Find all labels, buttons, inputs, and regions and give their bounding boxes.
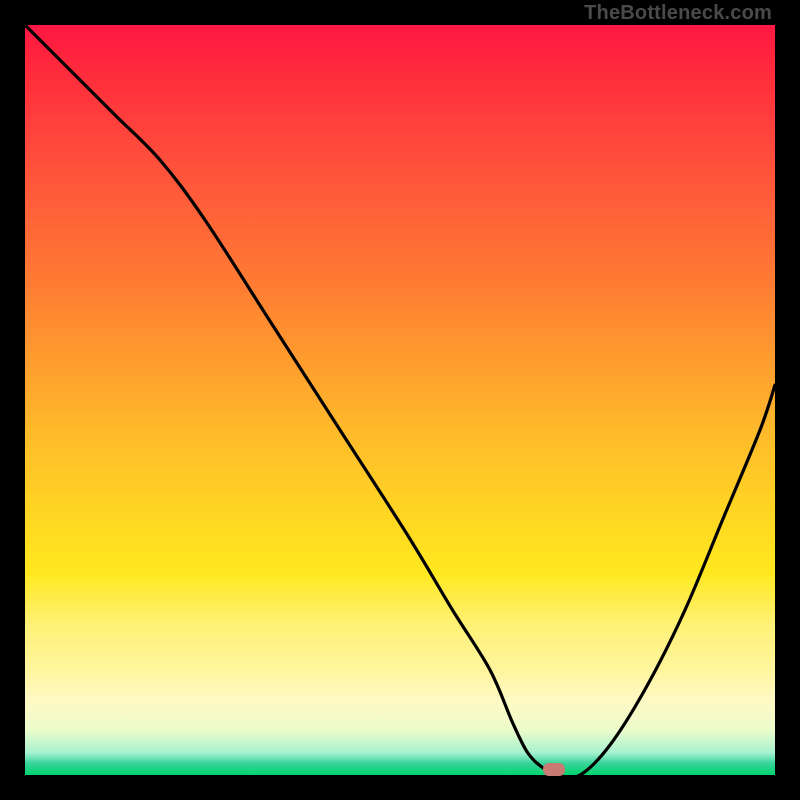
outer-frame: TheBottleneck.com	[0, 0, 800, 800]
plot-area	[25, 25, 775, 775]
watermark-text: TheBottleneck.com	[584, 2, 772, 25]
min-marker	[543, 763, 566, 776]
bottleneck-curve	[25, 25, 775, 775]
